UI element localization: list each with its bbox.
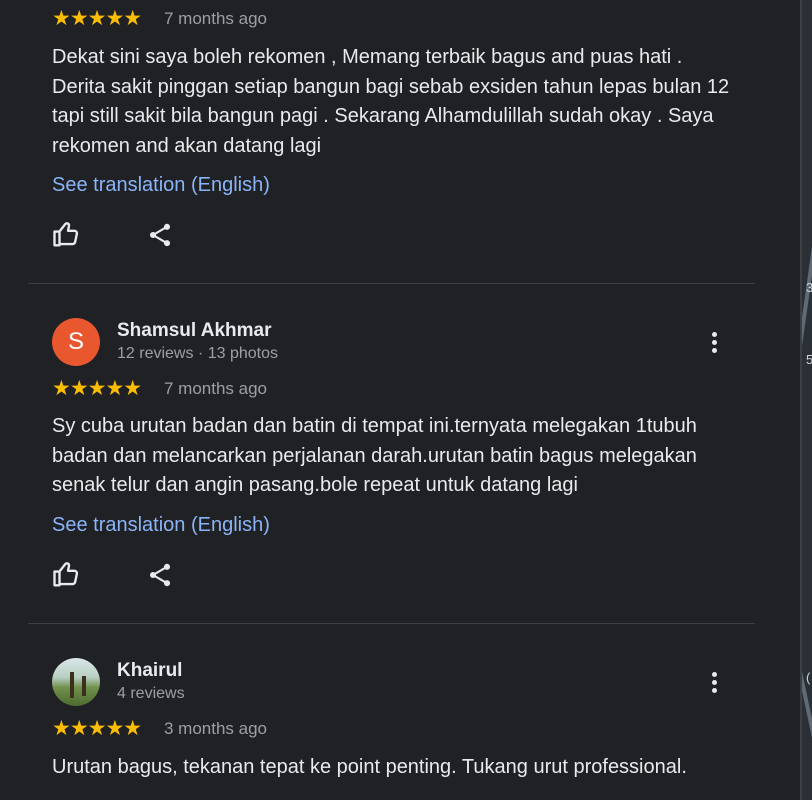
review-card: ★★★★★ 7 months ago (0, 7, 800, 31)
thumbs-up-icon (53, 562, 79, 587)
more-vert-icon (702, 332, 726, 353)
more-vert-icon (702, 672, 726, 693)
map-edge[interactable]: 3 5 ( (800, 0, 812, 800)
avatar-photo-tree (82, 676, 86, 696)
like-button[interactable] (52, 219, 84, 251)
divider (28, 283, 755, 284)
avatar-photo-tree (70, 672, 74, 698)
star-rating: ★★★★★ (52, 7, 142, 30)
star-rating: ★★★★★ (52, 717, 142, 740)
map-label: 5 (806, 352, 812, 367)
map-label: ( (806, 670, 811, 685)
review-text: Urutan bagus, tekanan tepat ke point pen… (52, 756, 687, 778)
reviewer-name[interactable]: Khairul (117, 660, 182, 682)
star-rating: ★★★★★ (52, 377, 142, 400)
reviewer-name[interactable]: Shamsul Akhmar (117, 320, 272, 342)
share-button[interactable] (146, 561, 178, 593)
review-time: 3 months ago (164, 719, 268, 738)
more-options-button[interactable] (702, 669, 726, 699)
review-text: Sy cuba urutan badan dan batin di tempat… (52, 415, 697, 496)
avatar-initial: S (67, 328, 84, 355)
rating-row: ★★★★★ 7 months ago (0, 7, 800, 31)
divider (28, 623, 755, 624)
see-translation-link[interactable]: See translation (English) (52, 174, 270, 197)
share-icon (149, 563, 171, 587)
thumbs-up-icon (53, 222, 79, 247)
avatar[interactable] (52, 658, 100, 706)
more-options-button[interactable] (702, 329, 726, 359)
review-text: Dekat sini saya boleh rekomen , Memang t… (52, 46, 730, 157)
map-label: 3 (806, 280, 812, 295)
review-time: 7 months ago (164, 9, 268, 28)
review-time: 7 months ago (164, 379, 268, 398)
map-road (802, 601, 812, 799)
reviewer-meta: 4 reviews (117, 685, 185, 702)
see-translation-link[interactable]: See translation (English) (52, 514, 270, 537)
avatar[interactable]: S (52, 318, 100, 366)
like-button[interactable] (52, 559, 84, 591)
reviewer-meta: 12 reviews · 13 photos (117, 345, 278, 362)
share-icon (149, 223, 171, 247)
share-button[interactable] (146, 221, 178, 253)
